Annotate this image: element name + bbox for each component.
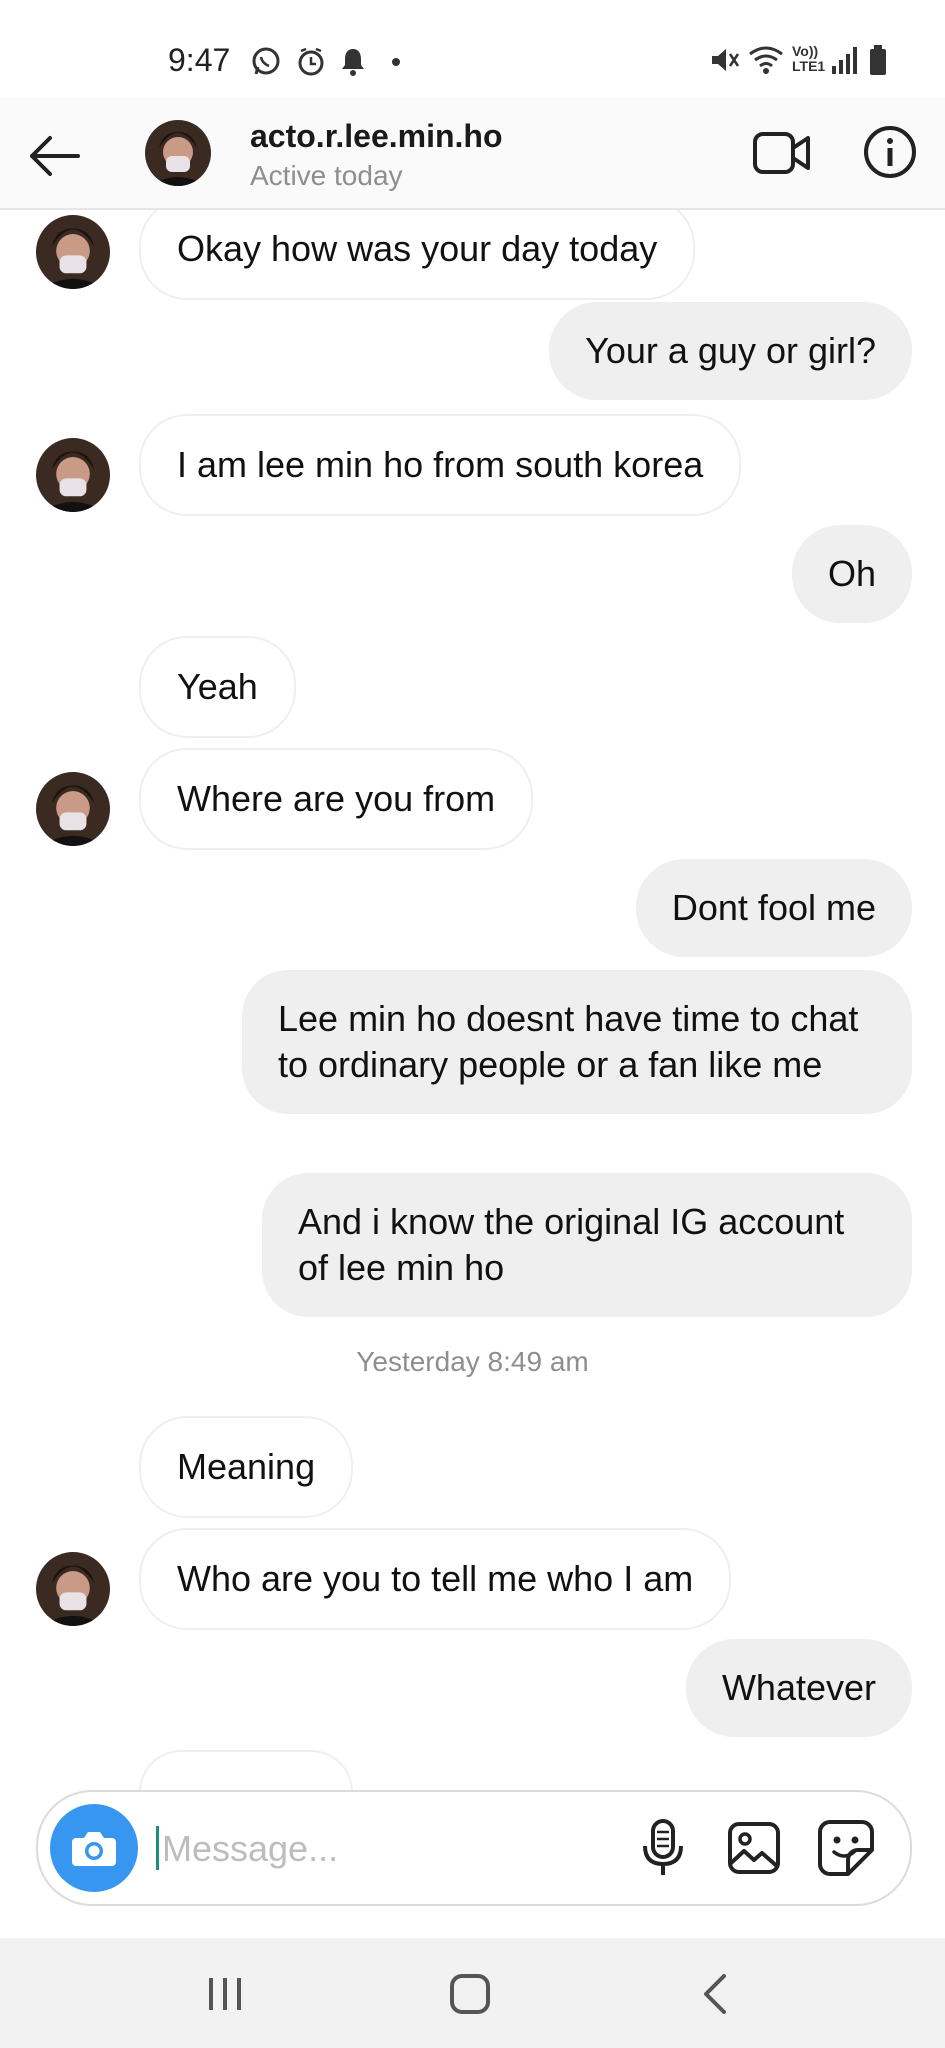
whatsapp-icon: [252, 47, 280, 75]
message-incoming[interactable]: Meaning: [139, 1416, 354, 1518]
back-arrow-icon[interactable]: [24, 126, 84, 186]
home-icon[interactable]: [448, 1972, 492, 2016]
info-icon[interactable]: [862, 124, 918, 180]
bell-icon: [342, 49, 364, 76]
volte-indicator: Vo)) LTE1: [792, 44, 825, 74]
avatar-image: [145, 120, 211, 186]
message-composer: [36, 1790, 912, 1906]
alarm-icon: [298, 47, 324, 76]
avatar-image: [36, 1552, 110, 1626]
signal-icon: [832, 47, 857, 74]
message-input[interactable]: [160, 1816, 494, 1882]
camera-icon: [72, 1832, 116, 1866]
message-incoming[interactable]: Where are you from: [139, 748, 534, 850]
message-outgoing[interactable]: Lee min ho doesnt have time to chat to o…: [242, 970, 912, 1114]
gallery-icon[interactable]: [726, 1820, 782, 1876]
chat-username[interactable]: acto.r.lee.min.ho: [250, 118, 503, 155]
message-incoming-partial[interactable]: [139, 1750, 353, 1790]
message-incoming[interactable]: Yeah: [139, 636, 296, 738]
message-outgoing[interactable]: Your a guy or girl?: [549, 302, 912, 400]
camera-button[interactable]: [50, 1804, 138, 1892]
sender-avatar[interactable]: [36, 438, 110, 512]
lte-label: LTE1: [792, 58, 826, 74]
sender-avatar[interactable]: [36, 1552, 110, 1626]
status-time: 9:47: [168, 42, 231, 78]
sender-avatar[interactable]: [36, 772, 110, 846]
mute-icon: [712, 49, 740, 71]
sticker-icon[interactable]: [816, 1818, 876, 1878]
avatar[interactable]: [145, 120, 211, 186]
message-outgoing[interactable]: Oh: [791, 525, 912, 623]
chat-header: acto.r.lee.min.ho Active today: [0, 98, 945, 210]
message-incoming[interactable]: Okay how was your day today: [139, 210, 696, 300]
microphone-icon[interactable]: [638, 1818, 688, 1878]
status-bar: 9:47 Vo)) LTE1: [0, 0, 945, 98]
text-cursor: [156, 1826, 159, 1870]
message-incoming[interactable]: I am lee min ho from south korea: [139, 414, 742, 516]
wifi-icon: [749, 46, 783, 74]
video-call-icon[interactable]: [752, 128, 812, 178]
message-outgoing[interactable]: Dont fool me: [635, 859, 912, 957]
avatar-image: [36, 438, 110, 512]
avatar-image: [36, 772, 110, 846]
message-outgoing[interactable]: And i know the original IG account of le…: [262, 1173, 912, 1317]
system-nav-bar: [0, 1938, 945, 2048]
message-incoming[interactable]: Who are you to tell me who I am: [139, 1528, 732, 1630]
message-list[interactable]: Okay how was your day today Your a guy o…: [0, 210, 945, 1790]
dot-icon: [392, 58, 400, 66]
timestamp-divider: Yesterday 8:49 am: [356, 1346, 589, 1377]
avatar-image: [36, 215, 110, 289]
composer-area: [0, 1790, 945, 1938]
nav-back-icon[interactable]: [700, 1972, 730, 2016]
active-status: Active today: [250, 160, 403, 191]
volte-label: Vo)): [792, 43, 819, 59]
sender-avatar[interactable]: [36, 215, 110, 289]
message-outgoing[interactable]: Whatever: [685, 1639, 912, 1737]
battery-icon: [870, 45, 886, 75]
recent-apps-icon[interactable]: [205, 1974, 245, 2014]
